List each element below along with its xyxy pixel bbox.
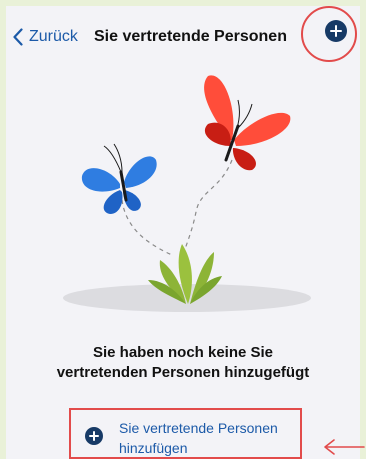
add-representative-button[interactable]: Sie vertretende Personen hinzufügen [69,408,302,459]
red-butterfly-icon [204,75,291,171]
empty-state-line-1: Sie haben noch keine Sie [92,344,274,361]
add-label-line-2: hinzufügen [119,440,188,456]
flight-path-red [181,159,233,259]
pointer-arrow-icon [324,439,365,455]
add-representative-label: Sie vertretende Personen hinzufügen [119,418,301,458]
plus-circle-icon [85,427,103,445]
blue-butterfly-icon [81,143,157,214]
empty-state-line-2: vertretenden Personen hinzugefügt [56,364,310,381]
add-label-line-1: Sie vertretende Personen [119,420,278,436]
butterflies-illustration [63,75,311,312]
empty-state-message: Sie haben noch keine Sie vertretenden Pe… [0,343,366,383]
